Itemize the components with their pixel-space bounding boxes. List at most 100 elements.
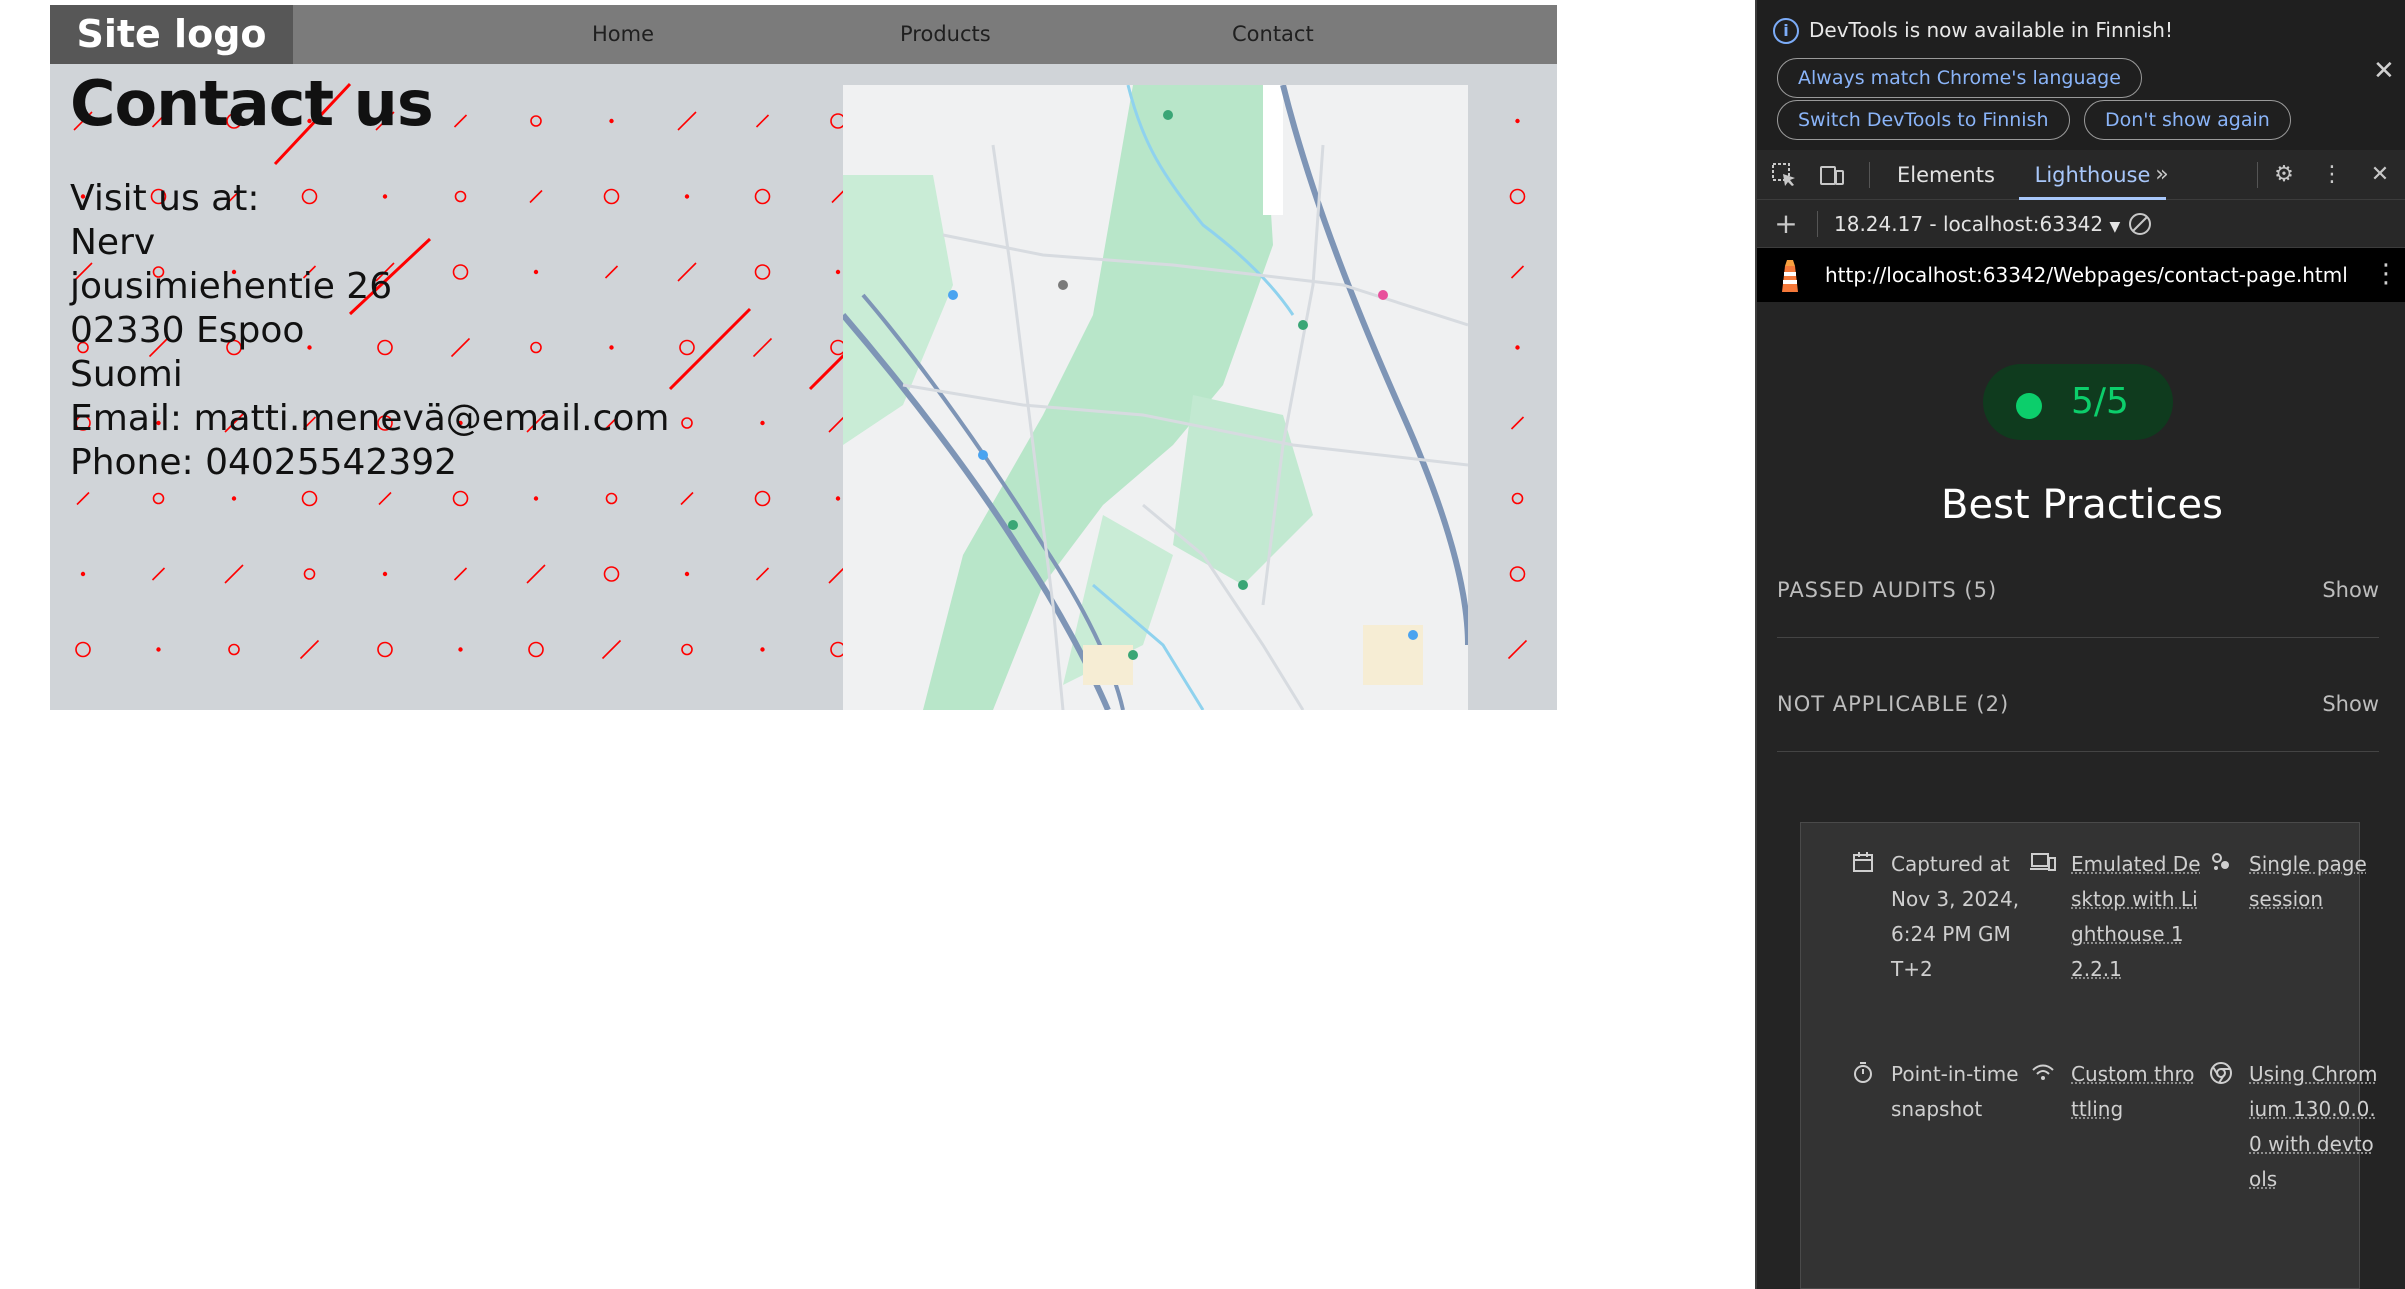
pattern-mark xyxy=(152,492,165,505)
meta-device-link[interactable]: Emulated Desktop with Lighthouse 12.2.1 xyxy=(2071,847,2201,987)
meta-captured-text: Captured at Nov 3, 2024, 6:24 PM GMT+2 xyxy=(1891,852,2020,981)
pattern-mark xyxy=(601,639,622,660)
meta-snapshot-text: Point-in-time snapshot xyxy=(1891,1062,2019,1121)
language-infobar: i DevTools is now available in Finnish! … xyxy=(1757,0,2405,150)
pattern-mark xyxy=(677,111,697,131)
pattern-mark xyxy=(453,114,468,128)
contact-line: jousimiehentie 26 xyxy=(70,266,393,307)
toolbar-separator xyxy=(1817,211,1818,237)
pattern-mark xyxy=(1510,416,1525,430)
run-metadata: Captured at Nov 3, 2024, 6:24 PM GMT+2 E… xyxy=(1800,822,2378,1289)
pattern-mark xyxy=(377,641,393,658)
report-url-bar: http://localhost:63342/Webpages/contact-… xyxy=(1757,248,2405,302)
meta-throttling-link[interactable]: Custom throttling xyxy=(2071,1057,2201,1127)
pattern-mark xyxy=(603,566,620,582)
tab-lighthouse[interactable]: Lighthouse xyxy=(2019,150,2166,200)
pattern-mark xyxy=(684,571,690,577)
pattern-mark xyxy=(151,567,166,581)
meta-session-link[interactable]: Single page session xyxy=(2249,847,2379,917)
chromium-icon xyxy=(2207,1061,2235,1089)
session-icon xyxy=(2207,851,2235,879)
pattern-mark xyxy=(1510,265,1525,279)
report-selector[interactable]: 18.24.17 - localhost:63342 ▼ xyxy=(1834,200,2120,251)
devtools-panel: i DevTools is now available in Finnish! … xyxy=(1755,0,2405,1289)
settings-gear-icon[interactable]: ⚙ xyxy=(2271,162,2297,188)
contact-line: Email: matti.menevä@email.com xyxy=(70,398,670,439)
more-options-icon[interactable]: ⋮ xyxy=(2319,162,2345,188)
more-tabs-chevron-icon[interactable]: » xyxy=(2149,162,2175,188)
switch-to-finnish-button[interactable]: Switch DevTools to Finnish xyxy=(1777,100,2070,140)
pattern-mark xyxy=(301,490,318,507)
pattern-mark xyxy=(1509,566,1526,582)
pattern-mark xyxy=(303,568,316,580)
contact-line: Nerv xyxy=(70,222,156,263)
calendar-icon xyxy=(1849,851,1877,879)
pattern-mark xyxy=(1511,492,1524,505)
pattern-mark xyxy=(681,417,693,429)
pattern-mark xyxy=(835,269,841,275)
pattern-mark xyxy=(452,490,469,507)
contact-details: Visit us at: Nerv jousimiehentie 26 0233… xyxy=(70,177,669,485)
nav-link-products[interactable]: Products xyxy=(900,5,991,64)
pattern-mark xyxy=(605,492,618,505)
pattern-mark xyxy=(528,641,544,658)
pattern-mark xyxy=(1509,188,1526,205)
pattern-mark xyxy=(754,188,771,205)
close-icon[interactable]: ✕ xyxy=(2373,56,2395,86)
pattern-mark xyxy=(453,567,468,581)
pattern-mark xyxy=(75,641,91,658)
close-devtools-icon[interactable]: ✕ xyxy=(2367,162,2393,188)
pattern-mark xyxy=(378,491,392,506)
report-selector-label: 18.24.17 - localhost:63342 xyxy=(1834,212,2104,236)
clear-reports-icon[interactable] xyxy=(2127,211,2153,237)
contact-line: Phone: 04025542392 xyxy=(70,442,458,483)
pattern-mark xyxy=(760,647,765,652)
score-badge: 5/5 xyxy=(1983,364,2173,440)
pattern-mark xyxy=(680,491,694,506)
score-value: 5/5 xyxy=(2071,381,2129,422)
pattern-mark xyxy=(679,339,695,356)
device-toolbar-icon[interactable] xyxy=(1819,162,1845,188)
pattern-mark xyxy=(299,639,320,660)
lighthouse-logo-icon xyxy=(1782,260,1798,292)
pattern-mark xyxy=(1515,345,1520,350)
pattern-mark xyxy=(76,491,90,506)
inspect-element-icon[interactable] xyxy=(1771,162,1797,188)
pattern-mark xyxy=(228,643,240,656)
pattern-mark xyxy=(760,420,765,426)
report-menu-icon[interactable]: ⋮ xyxy=(2373,258,2399,290)
pattern-mark xyxy=(677,262,697,282)
pattern-mark xyxy=(156,647,161,652)
contact-line: 02330 Espoo xyxy=(70,310,305,351)
pattern-mark xyxy=(755,114,770,128)
audit-group-passed[interactable]: PASSED AUDITS (5) Show xyxy=(1777,554,2379,638)
infobar-message: DevTools is now available in Finnish! xyxy=(1809,18,2173,42)
nav-link-contact[interactable]: Contact xyxy=(1232,5,1314,64)
pattern-mark xyxy=(684,194,690,199)
lighthouse-report: 5/5 Best Practices PASSED AUDITS (5) Sho… xyxy=(1757,302,2405,1289)
pattern-mark xyxy=(755,567,770,581)
embedded-map[interactable] xyxy=(843,85,1468,710)
audit-group-not-applicable[interactable]: NOT APPLICABLE (2) Show xyxy=(1777,668,2379,752)
pattern-mark xyxy=(526,564,546,584)
pattern-stroke xyxy=(668,307,752,391)
info-icon: i xyxy=(1773,18,1799,44)
new-report-plus-icon[interactable]: + xyxy=(1773,210,1799,238)
dropdown-arrow-icon: ▼ xyxy=(2109,219,2121,235)
audit-group-label: PASSED AUDITS (5) xyxy=(1777,578,1998,602)
site-logo[interactable]: Site logo xyxy=(50,5,293,64)
nav-link-home[interactable]: Home xyxy=(592,5,654,64)
pattern-mark xyxy=(754,490,771,507)
tab-elements[interactable]: Elements xyxy=(1897,150,1995,200)
contact-line: Suomi xyxy=(70,354,183,395)
always-match-language-button[interactable]: Always match Chrome's language xyxy=(1777,58,2142,98)
pattern-mark xyxy=(754,264,771,280)
meta-browser-link[interactable]: Using Chromium 130.0.0.0 with devtools xyxy=(2249,1057,2379,1197)
page-title: Contact us xyxy=(70,67,434,140)
dont-show-again-button[interactable]: Don't show again xyxy=(2084,100,2291,140)
pattern-mark xyxy=(231,496,237,501)
show-passed-button[interactable]: Show xyxy=(2322,578,2379,602)
show-not-applicable-button[interactable]: Show xyxy=(2322,692,2379,716)
site-container: Site logo Home Products Contact Contact … xyxy=(50,5,1557,710)
web-page-viewport: Site logo Home Products Contact Contact … xyxy=(0,0,1755,1289)
